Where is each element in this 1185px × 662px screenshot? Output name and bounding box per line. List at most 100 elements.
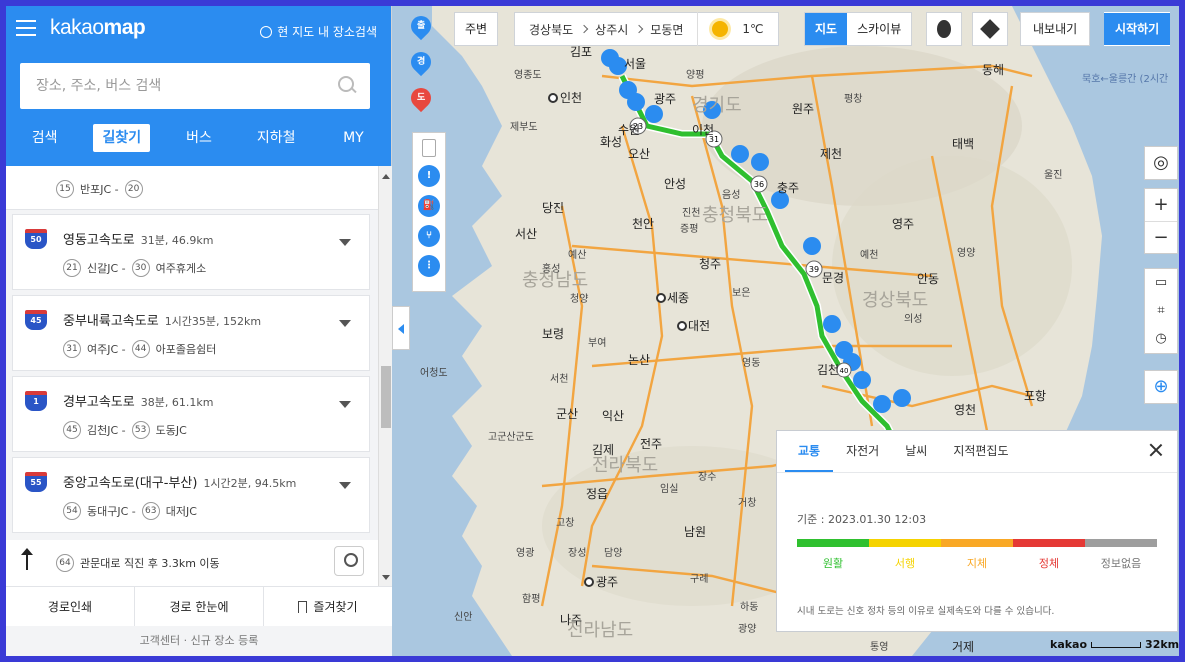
route-point-pins: 출 경 도	[404, 11, 438, 124]
label-dangjin: 당진	[542, 201, 564, 215]
label-cheongju: 청주	[699, 257, 721, 271]
kakaomap-logo[interactable]: kakaomap	[50, 16, 146, 40]
traffic-timestamp: 기준 : 2023.01.30 12:03	[797, 513, 927, 526]
label-gunsan: 군산	[556, 407, 578, 421]
origin-pin-icon[interactable]: 출	[406, 11, 436, 42]
app-window: 31 36 39 23 40 충청남도 충청북도 경상북도 전라북도 전라남도 …	[6, 6, 1179, 656]
footer-links[interactable]: 고객센터 · 신규 장소 등록	[6, 626, 392, 656]
area-icon[interactable]: ⌗	[1145, 297, 1177, 325]
route-card-jungbu-naeryuk[interactable]: 45 중부내륙고속도로 1시간35분, 152km 31 여주JC - 44 아포졸음…	[12, 295, 370, 371]
waypoint-pin-icon[interactable]: 경	[406, 47, 436, 78]
bookmark-button[interactable]: 즐겨찾기	[264, 587, 392, 626]
traffic-legend-bar	[797, 539, 1157, 547]
final-step-text: 64 관문대로 직진 후 3.3km 이동	[56, 554, 220, 572]
tab-traffic[interactable]: 교통	[785, 431, 834, 472]
label-mungyeong: 문경	[822, 271, 844, 285]
roadview-button[interactable]	[926, 12, 962, 46]
legend-segment	[1013, 539, 1085, 547]
list-scrollbar[interactable]	[378, 166, 392, 586]
start-button[interactable]: 시작하기	[1104, 13, 1171, 45]
route-overview-button[interactable]: 경로 한눈에	[135, 587, 264, 626]
ruler-icon[interactable]: ▭	[1145, 269, 1177, 297]
my-location-icon[interactable]: ◎	[1145, 147, 1177, 179]
scroll-down-icon[interactable]	[382, 575, 390, 580]
label-eumseong: 음성	[722, 189, 740, 201]
label-taebaek: 태백	[952, 137, 974, 151]
route-card-jungang[interactable]: 55 중앙고속도로(대구-부산) 1시간2분, 94.5km 54 동대구JC - …	[12, 457, 370, 533]
restaurant-icon[interactable]: ⑂	[418, 225, 440, 247]
road-name: 중부내륙고속도로 1시간35분, 152km	[63, 314, 262, 329]
crumb-town[interactable]: 모동면	[650, 21, 683, 38]
add-place-pin-icon[interactable]: ⊕	[1145, 371, 1177, 403]
route-card-yeongdong[interactable]: 50 영동고속도로 31분, 46.9km 21 신갈JC - 30 여주휴게소	[12, 214, 370, 290]
route-card-gyeongbu[interactable]: 1 경부고속도로 38분, 61.1km 45 김천JC - 53 도동JC	[12, 376, 370, 452]
tab-my[interactable]: MY	[315, 122, 392, 154]
expand-caret-icon[interactable]	[339, 239, 351, 246]
code-36: 36	[754, 180, 764, 189]
warning-icon[interactable]: !	[418, 165, 440, 187]
label-gimcheon: 김천	[817, 362, 839, 377]
crumb-province[interactable]: 경상북도	[529, 21, 573, 38]
zoom-in-button[interactable]: +	[1145, 189, 1177, 221]
hamburger-menu-icon[interactable]	[16, 20, 36, 38]
legend-segment	[869, 539, 941, 547]
scroll-thumb[interactable]	[381, 366, 391, 428]
search-in-map-toggle[interactable]: 현 지도 내 장소검색	[260, 23, 377, 40]
expand-caret-icon[interactable]	[339, 401, 351, 408]
map-mode-button[interactable]: 지도	[805, 13, 848, 45]
gas-station-icon[interactable]: ⛽	[418, 195, 440, 217]
export-bar: 내보내기	[1020, 12, 1091, 46]
route-stops: 45 김천JC - 53 도동JC	[63, 421, 187, 439]
nearby-button[interactable]: 주변	[455, 13, 497, 45]
add-place-panel: ⊕	[1144, 370, 1178, 404]
export-button[interactable]: 내보내기	[1021, 13, 1089, 45]
start-bar: 시작하기	[1104, 12, 1171, 46]
roadview-pin-icon	[937, 20, 951, 38]
label-daejeon: 대전	[688, 319, 710, 333]
tab-subway[interactable]: 지하철	[238, 122, 315, 154]
radius-icon[interactable]: ◷	[1145, 325, 1177, 353]
label-damyang: 담양	[604, 547, 622, 559]
skyview-button[interactable]: 스카이뷰	[847, 13, 911, 45]
route-step-partial[interactable]: 15 반포JC - 20	[6, 166, 378, 210]
tab-bicycle[interactable]: 자전거	[833, 431, 892, 472]
layers-button[interactable]	[972, 12, 1008, 46]
tab-search[interactable]: 검색	[6, 122, 83, 154]
crumb-city[interactable]: 상주시	[595, 21, 628, 38]
tab-cadastral[interactable]: 지적편집도	[940, 431, 1021, 472]
map-type-switch: 지도 스카이뷰	[804, 12, 913, 46]
label-chungju: 충주	[777, 181, 799, 195]
route-step-final[interactable]: 64 관문대로 직진 후 3.3km 이동	[6, 540, 378, 586]
label-sinan: 신안	[454, 611, 472, 623]
tab-weather[interactable]: 날씨	[892, 431, 940, 472]
traffic-tabs: 교통 자전거 날씨 지적편집도	[777, 431, 1177, 473]
label-yeongju: 영주	[892, 217, 914, 231]
expand-caret-icon[interactable]	[339, 320, 351, 327]
my-location-panel: ◎	[1144, 146, 1178, 180]
destination-pin-icon[interactable]: 도	[406, 83, 436, 114]
label-gwangju-g: 광주	[654, 92, 676, 106]
label-yeongjongdo: 영종도	[514, 69, 542, 81]
code-40: 40	[840, 367, 849, 375]
temperature: 1℃	[742, 22, 764, 36]
weather[interactable]: 1℃	[698, 21, 777, 37]
search-icon[interactable]	[338, 76, 356, 94]
print-route-button[interactable]: 경로인쇄	[6, 587, 135, 626]
tab-bus[interactable]: 버스	[160, 122, 237, 154]
route-step-list[interactable]: 15 반포JC - 20 50 영동고속도로 31분, 46.9km 21 신갈JC …	[6, 166, 378, 586]
collapse-sidebar-button[interactable]	[392, 306, 410, 350]
traffic-light-icon[interactable]: ⋮	[418, 255, 440, 277]
label-jeongeup: 정읍	[586, 487, 608, 501]
zoom-out-button[interactable]: −	[1145, 221, 1177, 253]
locate-step-pin-icon[interactable]	[334, 546, 364, 576]
chevron-right-icon	[635, 24, 644, 34]
search-input[interactable]	[36, 78, 326, 94]
legend-label: 서행	[894, 557, 916, 570]
cctv-icon[interactable]	[422, 139, 436, 157]
label-donghae: 동해	[982, 63, 1004, 77]
scroll-up-icon[interactable]	[382, 174, 390, 179]
expand-caret-icon[interactable]	[339, 482, 351, 489]
tab-directions[interactable]: 길찾기	[83, 122, 160, 154]
close-icon[interactable]	[1149, 443, 1163, 457]
label-hadong: 하동	[740, 600, 758, 613]
